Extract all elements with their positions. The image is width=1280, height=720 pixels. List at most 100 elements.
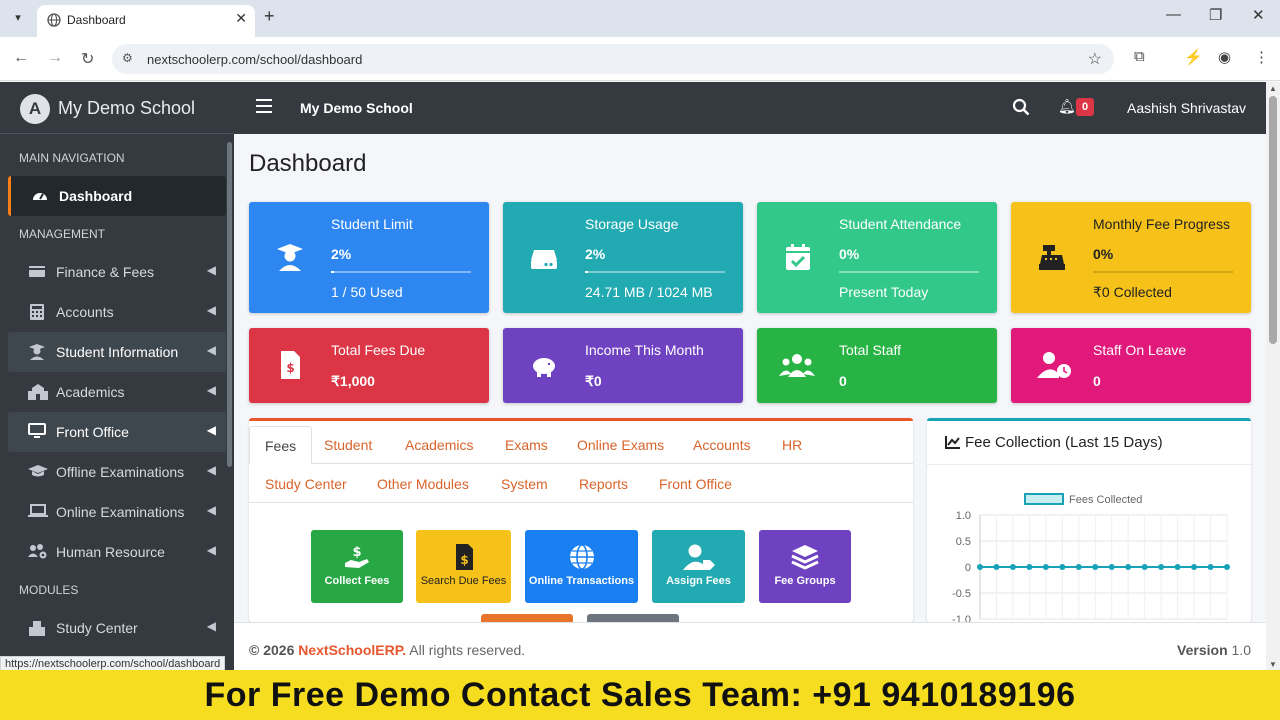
info-box-detail: 1 / 50 Used bbox=[331, 284, 403, 300]
site-info-icon[interactable]: ⚙ bbox=[122, 51, 133, 65]
tab-exams[interactable]: Exams bbox=[490, 426, 563, 464]
fee-groups-button[interactable]: Fee Groups bbox=[759, 530, 851, 603]
info-box-title: Student Attendance bbox=[839, 216, 962, 232]
scroll-down-icon[interactable]: ▼ bbox=[1269, 660, 1277, 669]
sidebar-item-student-information[interactable]: Student Information ◀ bbox=[8, 332, 226, 372]
info-box-student-limit[interactable]: Student Limit 2% 1 / 50 Used bbox=[249, 202, 489, 313]
scroll-up-icon[interactable]: ▲ bbox=[1269, 84, 1277, 93]
tabs-row-2: Study Center Other Modules System Report… bbox=[249, 465, 913, 503]
tab-student[interactable]: Student bbox=[309, 426, 387, 464]
info-box-title: Storage Usage bbox=[585, 216, 679, 232]
tab-other-modules[interactable]: Other Modules bbox=[362, 465, 484, 503]
progress-fill bbox=[331, 271, 334, 273]
back-icon[interactable]: ← bbox=[13, 49, 29, 67]
tab-hr[interactable]: HR bbox=[767, 426, 817, 464]
info-box-storage-usage[interactable]: Storage Usage 2% 24.71 MB / 1024 MB bbox=[503, 202, 743, 313]
maximize-icon[interactable]: ❐ bbox=[1209, 6, 1222, 24]
tab-system[interactable]: System bbox=[486, 465, 563, 503]
tab-reports[interactable]: Reports bbox=[564, 465, 643, 503]
chevron-left-icon: ◀ bbox=[206, 619, 216, 633]
search-due-fees-button[interactable]: $ Search Due Fees bbox=[416, 530, 511, 603]
assign-fees-button[interactable]: Assign Fees bbox=[652, 530, 745, 603]
hand-money-icon: $ bbox=[345, 545, 369, 568]
info-box-total-fees-due[interactable]: $ Total Fees Due ₹1,000 bbox=[249, 328, 489, 403]
tab-study-center[interactable]: Study Center bbox=[250, 465, 362, 503]
tachometer-icon bbox=[31, 187, 49, 205]
info-box-value: ₹1,000 bbox=[331, 373, 375, 389]
hamburger-menu-icon[interactable] bbox=[256, 99, 272, 113]
version-label: Version bbox=[1177, 642, 1228, 658]
notification-badge[interactable]: 0 bbox=[1076, 98, 1095, 116]
sidebar-item-online-examinations[interactable]: Online Examinations ◀ bbox=[8, 492, 226, 532]
info-box-title: Monthly Fee Progress bbox=[1093, 216, 1230, 232]
close-window-icon[interactable]: ✕ bbox=[1252, 6, 1265, 24]
sidebar-item-offline-examinations[interactable]: Offline Examinations ◀ bbox=[8, 452, 226, 492]
browser-tab[interactable]: Dashboard ✕ bbox=[37, 5, 255, 37]
footer-brand-link[interactable]: NextSchoolERP. bbox=[298, 642, 406, 658]
tab-front-office[interactable]: Front Office bbox=[644, 465, 747, 503]
sidebar-item-human-resource[interactable]: Human Resource ◀ bbox=[8, 532, 226, 572]
online-transactions-button[interactable]: Online Transactions bbox=[525, 530, 638, 603]
sidebar-item-label: Human Resource bbox=[56, 544, 165, 560]
reload-icon[interactable]: ↻ bbox=[81, 49, 94, 69]
svg-text:$: $ bbox=[352, 545, 361, 560]
chevron-left-icon: ◀ bbox=[206, 423, 216, 437]
chevron-left-icon: ◀ bbox=[206, 383, 216, 397]
info-box-monthly-fee-progress[interactable]: Monthly Fee Progress 0% ₹0 Collected bbox=[1011, 202, 1251, 313]
scrollbar-thumb[interactable] bbox=[1269, 96, 1277, 344]
info-box-income-this-month[interactable]: Income This Month ₹0 bbox=[503, 328, 743, 403]
forward-icon[interactable]: → bbox=[47, 49, 63, 67]
sidebar-item-front-office[interactable]: Front Office ◀ bbox=[8, 412, 226, 452]
quick-action-button[interactable] bbox=[587, 614, 679, 622]
chevron-left-icon: ◀ bbox=[206, 503, 216, 517]
close-tab-icon[interactable]: ✕ bbox=[235, 10, 247, 27]
info-box-total-staff[interactable]: Total Staff 0 bbox=[757, 328, 997, 403]
collect-fees-button[interactable]: $ Collect Fees bbox=[311, 530, 403, 603]
url-text[interactable]: nextschoolerp.com/school/dashboard bbox=[147, 52, 362, 67]
sidebar-item-dashboard[interactable]: Dashboard bbox=[8, 176, 226, 216]
quick-action-button[interactable] bbox=[481, 614, 573, 622]
progress-bar bbox=[331, 271, 471, 273]
y-tick-label: -1.0 bbox=[952, 614, 971, 622]
more-menu-icon[interactable]: ⋮ bbox=[1254, 48, 1269, 66]
sidebar-item-study-center[interactable]: Study Center ◀ bbox=[8, 608, 226, 648]
user-clock-icon bbox=[1037, 352, 1071, 378]
sidebar-item-accounts[interactable]: Accounts ◀ bbox=[8, 292, 226, 332]
fee-collection-card: Fee Collection (Last 15 Days) Fees Colle… bbox=[927, 418, 1251, 622]
brand-link[interactable]: A My Demo School bbox=[0, 82, 234, 134]
info-box-value: 0 bbox=[1093, 373, 1101, 389]
page-scrollbar[interactable]: ▲ ▼ bbox=[1266, 82, 1280, 670]
button-label: Search Due Fees bbox=[420, 575, 507, 587]
sidebar-item-label: Academics bbox=[56, 384, 125, 400]
data-point bbox=[1207, 564, 1214, 570]
minimize-icon[interactable]: — bbox=[1166, 6, 1181, 23]
data-point bbox=[993, 564, 1000, 570]
tab-academics[interactable]: Academics bbox=[390, 426, 488, 464]
search-icon[interactable] bbox=[1012, 98, 1030, 116]
performance-icon[interactable]: ⚡ bbox=[1184, 48, 1203, 66]
bookmark-star-icon[interactable]: ☆ bbox=[1088, 49, 1102, 69]
svg-text:$: $ bbox=[286, 361, 294, 375]
extensions-icon[interactable]: ⧉ bbox=[1134, 48, 1145, 65]
tab-search-icon[interactable]: ▾ bbox=[8, 8, 28, 28]
info-box-student-attendance[interactable]: Student Attendance 0% Present Today bbox=[757, 202, 997, 313]
profile-icon[interactable]: ◉ bbox=[1218, 48, 1231, 66]
sidebar-item-academics[interactable]: Academics ◀ bbox=[8, 372, 226, 412]
tab-accounts[interactable]: Accounts bbox=[678, 426, 766, 464]
tab-fees[interactable]: Fees bbox=[249, 426, 313, 464]
info-box-value: ₹0 bbox=[585, 373, 602, 389]
tab-online-exams[interactable]: Online Exams bbox=[562, 426, 679, 464]
data-point bbox=[1009, 564, 1016, 570]
chevron-left-icon: ◀ bbox=[206, 463, 216, 477]
sidebar: A My Demo School MAIN NAVIGATION Dashboa… bbox=[0, 82, 234, 670]
address-bar[interactable]: ⚙ nextschoolerp.com/school/dashboard ☆ bbox=[112, 44, 1114, 74]
user-menu[interactable]: Aashish Shrivastav bbox=[1127, 100, 1246, 116]
info-box-staff-on-leave[interactable]: Staff On Leave 0 bbox=[1011, 328, 1251, 403]
bell-icon[interactable]: 🔔︎ bbox=[1058, 98, 1076, 115]
new-tab-icon[interactable]: + bbox=[264, 6, 275, 27]
user-graduate-icon bbox=[277, 244, 303, 271]
data-point bbox=[1125, 564, 1132, 570]
sidebar-scrollbar[interactable] bbox=[227, 142, 232, 467]
sidebar-item-finance-fees[interactable]: Finance & Fees ◀ bbox=[8, 252, 226, 292]
y-tick-label: -0.5 bbox=[952, 588, 971, 600]
